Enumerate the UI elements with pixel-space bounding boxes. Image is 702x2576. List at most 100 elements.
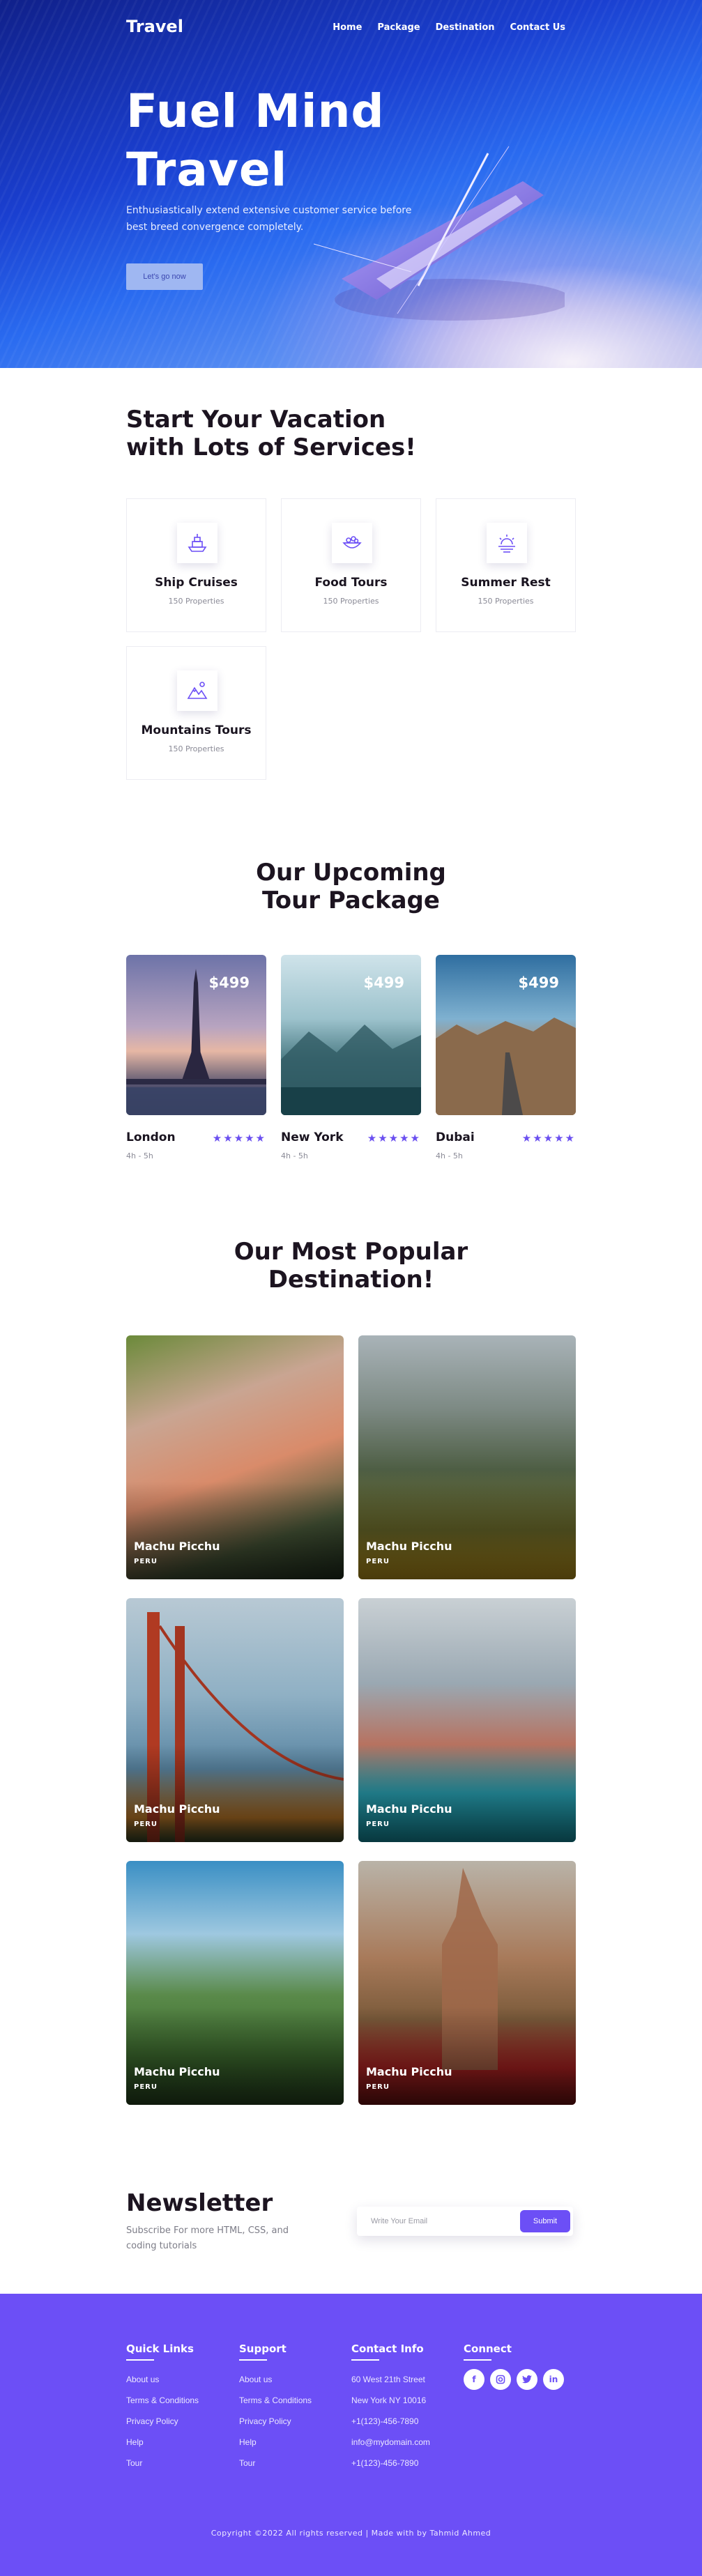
tour-duration: 4h - 5h — [436, 1151, 463, 1160]
destination-country: PERU — [134, 2083, 158, 2091]
service-title: Summer Rest — [461, 576, 551, 590]
email-input[interactable] — [371, 2215, 503, 2228]
hero-section: Travel Home Package Destination Contact … — [0, 0, 702, 368]
hero-title-line2: Travel — [126, 143, 288, 197]
heading-underline — [464, 2359, 491, 2361]
newsletter-title: Newsletter — [126, 2189, 273, 2217]
tour-city: London — [126, 1130, 176, 1144]
image-overlay — [126, 1482, 344, 1579]
destination-country: PERU — [134, 1820, 158, 1828]
tour-city: Dubai — [436, 1130, 475, 1144]
copyright-text: Copyright ©2022 All rights reserved | Ma… — [211, 2529, 491, 2538]
destination-card[interactable]: Machu Picchu PERU — [358, 1861, 576, 2105]
nav-home[interactable]: Home — [333, 22, 362, 33]
destination-name: Machu Picchu — [134, 1802, 220, 1816]
twitter-icon[interactable] — [517, 2369, 537, 2390]
submit-button[interactable]: Submit — [520, 2210, 570, 2232]
image-overlay — [126, 2007, 344, 2105]
newsletter-form: Submit — [357, 2207, 573, 2236]
hero-title: Fuel Mind Travel — [126, 82, 385, 199]
facebook-icon[interactable]: f — [464, 2369, 484, 2390]
instagram-icon[interactable] — [490, 2369, 511, 2390]
tour-image-newyork: $499 — [281, 955, 421, 1115]
destination-card[interactable]: Machu Picchu PERU — [126, 1861, 344, 2105]
service-count: 150 Properties — [168, 744, 224, 753]
destination-name: Machu Picchu — [366, 1540, 452, 1553]
footer-contact: Contact Info 60 West 21th Street New Yor… — [351, 2343, 456, 2474]
footer-support: Support About us Terms & Conditions Priv… — [239, 2343, 344, 2474]
footer-link[interactable]: Tour — [126, 2453, 231, 2474]
service-card-summer[interactable]: Summer Rest 150 Properties — [436, 498, 576, 632]
brand-logo[interactable]: Travel — [126, 17, 183, 36]
nav-contact[interactable]: Contact Us — [510, 22, 565, 33]
contact-line: 60 West 21th Street — [351, 2375, 425, 2384]
tours-title: Our Upcoming Tour Package — [0, 859, 702, 914]
footer-link[interactable]: Terms & Conditions — [126, 2390, 231, 2411]
hero-title-line1: Fuel Mind — [126, 84, 385, 138]
contact-line: +1(123)-456-7890 — [351, 2458, 419, 2468]
service-count: 150 Properties — [168, 597, 224, 606]
footer-link[interactable]: Tour — [239, 2453, 344, 2474]
ship-icon — [177, 523, 218, 563]
image-overlay — [358, 2007, 576, 2105]
tour-price: $499 — [363, 974, 404, 991]
destinations-title: Our Most Popular Destination! — [0, 1238, 702, 1294]
sunset-icon — [487, 523, 527, 563]
footer-link[interactable]: About us — [126, 2369, 231, 2390]
footer-heading: Support — [239, 2343, 287, 2355]
mountain-icon — [177, 670, 218, 711]
heading-underline — [126, 2359, 154, 2361]
footer-link[interactable]: Terms & Conditions — [239, 2390, 344, 2411]
destination-card[interactable]: Machu Picchu PERU — [126, 1335, 344, 1579]
tour-price: $499 — [208, 974, 250, 991]
hero-subtitle: Enthusiastically extend extensive custom… — [126, 205, 412, 233]
tour-duration: 4h - 5h — [281, 1151, 308, 1160]
footer-link[interactable]: Privacy Policy — [239, 2411, 344, 2432]
footer-link[interactable]: About us — [239, 2369, 344, 2390]
destination-country: PERU — [134, 1558, 158, 1565]
footer: Quick Links About us Terms & Conditions … — [0, 2294, 702, 2576]
service-title: Mountains Tours — [141, 723, 252, 737]
service-title: Food Tours — [314, 576, 388, 590]
heading-underline — [351, 2359, 379, 2361]
contact-line: +1(123)-456-7890 — [351, 2416, 419, 2426]
destinations-title-line2: Destination! — [268, 1266, 434, 1294]
footer-heading: Quick Links — [126, 2343, 194, 2355]
footer-link[interactable]: Help — [126, 2432, 231, 2453]
destination-country: PERU — [366, 1820, 390, 1828]
destination-card[interactable]: Machu Picchu PERU — [126, 1598, 344, 1842]
destination-name: Machu Picchu — [134, 2065, 220, 2078]
footer-link[interactable]: Privacy Policy — [126, 2411, 231, 2432]
tour-image-london: $499 — [126, 955, 266, 1115]
main-nav: Home Package Destination Contact Us — [333, 22, 565, 33]
services-title: Start Your Vacation with Lots of Service… — [126, 406, 416, 461]
service-count: 150 Properties — [323, 597, 379, 606]
nav-package[interactable]: Package — [377, 22, 420, 33]
social-links: f in — [464, 2369, 568, 2390]
footer-link[interactable]: Help — [239, 2432, 344, 2453]
newsletter-subtitle: Subscribe For more HTML, CSS, and coding… — [126, 2225, 289, 2251]
destination-card[interactable]: Machu Picchu PERU — [358, 1335, 576, 1579]
rating-stars: ★★★★★ — [212, 1132, 266, 1144]
tours-title-line1: Our Upcoming — [256, 859, 446, 887]
destination-name: Machu Picchu — [366, 1802, 452, 1816]
lets-go-button[interactable]: Let's go now — [126, 263, 203, 290]
image-overlay — [358, 1745, 576, 1842]
contact-line: New York NY 10016 — [351, 2395, 427, 2405]
tour-image-dubai: $499 — [436, 955, 576, 1115]
destination-card[interactable]: Machu Picchu PERU — [358, 1598, 576, 1842]
image-overlay — [358, 1482, 576, 1579]
footer-heading: Contact Info — [351, 2343, 424, 2355]
linkedin-icon[interactable]: in — [543, 2369, 564, 2390]
tour-price: $499 — [518, 974, 559, 991]
service-card-mountains[interactable]: Mountains Tours 150 Properties — [126, 646, 266, 780]
service-card-ship[interactable]: Ship Cruises 150 Properties — [126, 498, 266, 632]
tours-title-line2: Tour Package — [262, 887, 440, 914]
services-title-line1: Start Your Vacation — [126, 406, 386, 434]
footer-quick-links: Quick Links About us Terms & Conditions … — [126, 2343, 231, 2474]
nav-destination[interactable]: Destination — [436, 22, 495, 33]
footer-heading: Connect — [464, 2343, 512, 2355]
service-card-food[interactable]: Food Tours 150 Properties — [281, 498, 421, 632]
destination-country: PERU — [366, 2083, 390, 2091]
destinations-title-line1: Our Most Popular — [234, 1238, 468, 1266]
